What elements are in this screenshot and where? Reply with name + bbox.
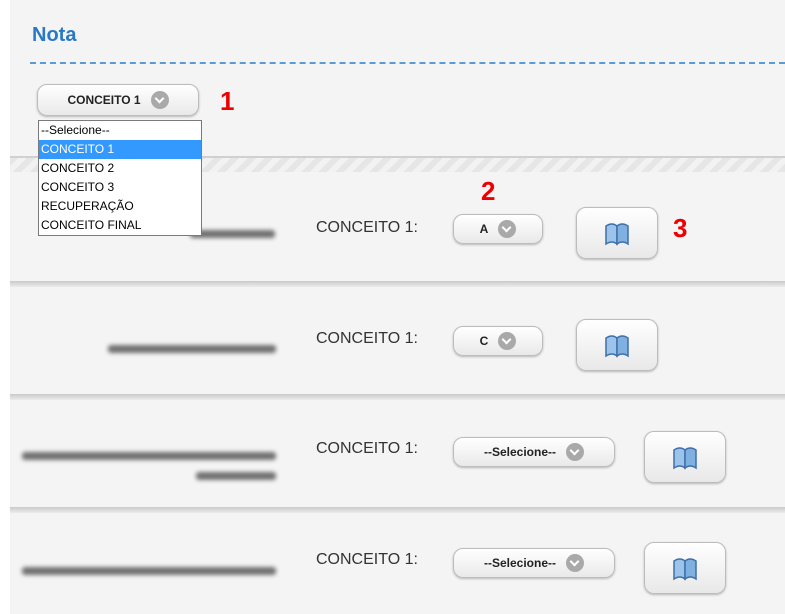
notes-button[interactable] [644,542,726,594]
student-row-2: CONCEITO 1: C [10,281,785,393]
grade-label: CONCEITO 1: [316,330,418,347]
grade-select-value: --Selecione-- [483,556,556,570]
book-icon [605,335,629,358]
dropdown-option-selected[interactable]: CONCEITO 1 [39,140,201,159]
grade-label: CONCEITO 1: [316,219,418,236]
chevron-down-icon [566,554,584,572]
concept-select-value: CONCEITO 1 [67,93,141,107]
dropdown-option[interactable]: CONCEITO 3 [39,178,201,197]
notes-button[interactable] [576,207,658,259]
concept-dropdown-list[interactable]: --Selecione-- CONCEITO 1 CONCEITO 2 CONC… [38,120,202,236]
notes-button[interactable] [576,319,658,371]
student-name-redacted [108,345,276,353]
annotation-number-3: 3 [673,213,688,243]
chevron-down-icon [150,91,169,109]
student-row-4: CONCEITO 1: --Selecione-- [10,507,785,614]
student-name-redacted [190,230,275,238]
grade-label: CONCEITO 1: [316,551,418,568]
dropdown-option[interactable]: RECUPERAÇÃO [39,197,201,216]
notes-button[interactable] [644,431,726,483]
dropdown-option[interactable]: --Selecione-- [39,121,201,140]
book-icon [673,558,697,581]
grade-label: CONCEITO 1: [316,440,418,457]
grade-select-value: C [479,334,489,348]
chevron-down-icon [498,332,517,350]
student-name-redacted [22,452,276,460]
book-icon [673,447,697,470]
concept-select[interactable]: CONCEITO 1 [37,84,199,116]
student-name-redacted [196,472,276,480]
chevron-down-icon [498,220,517,238]
grade-select-value: --Selecione-- [483,445,556,459]
grade-select[interactable]: --Selecione-- [453,437,615,467]
student-name-redacted [22,567,276,575]
page-title: Nota [32,24,77,46]
dropdown-option[interactable]: CONCEITO 2 [39,159,201,178]
grade-select[interactable]: A [453,214,543,244]
book-icon [605,223,629,246]
chevron-down-icon [566,443,584,461]
annotation-number-2: 2 [481,176,496,206]
annotation-number-1: 1 [220,86,235,116]
student-row-3: CONCEITO 1: --Selecione-- [10,394,785,506]
grade-select[interactable]: --Selecione-- [453,548,615,578]
grade-select[interactable]: C [453,326,543,356]
dropdown-option[interactable]: CONCEITO FINAL [39,216,201,235]
title-divider [30,62,785,64]
page: CONCEITO 1: A CONCEITO 1: C CONCEITO 1: … [10,0,785,614]
grade-select-value: A [479,222,489,236]
